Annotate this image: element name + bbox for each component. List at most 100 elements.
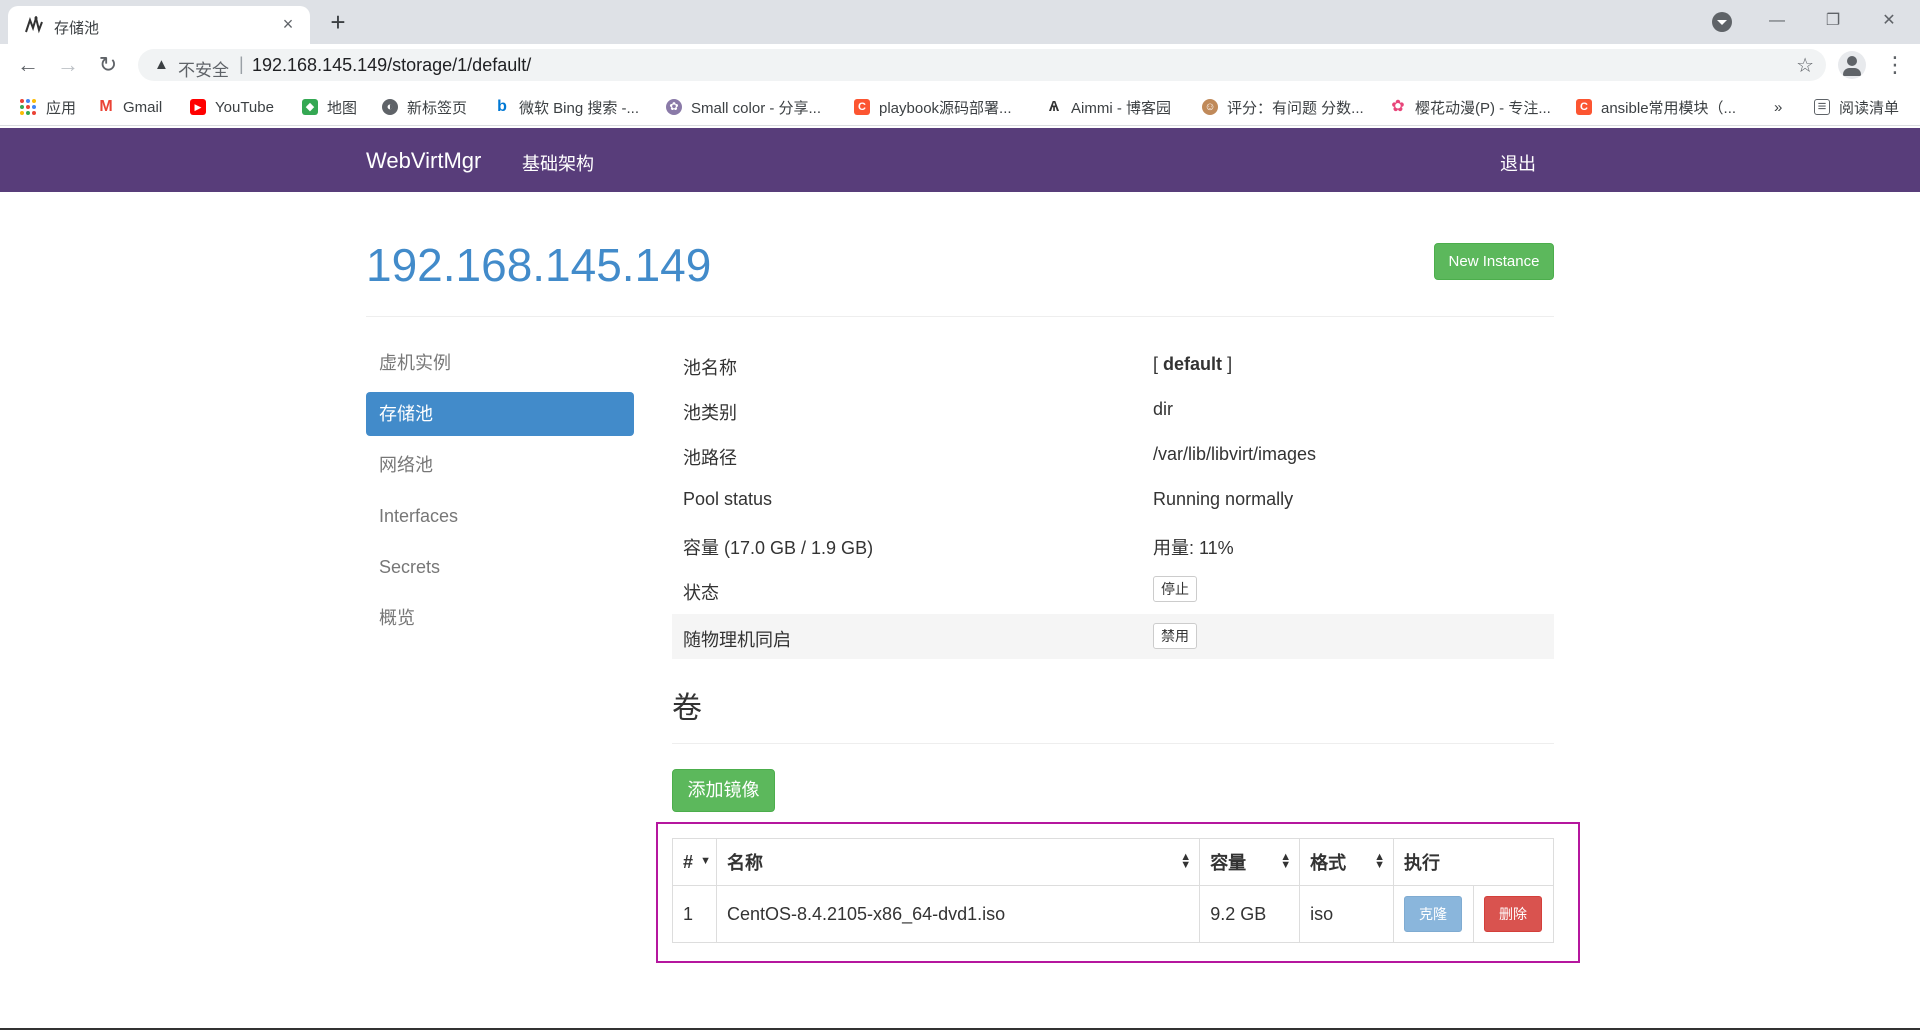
bookmark-sakura[interactable]: ✿ 樱花动漫(P) - 专注... <box>1390 96 1551 118</box>
profile-avatar-icon[interactable] <box>1838 51 1866 79</box>
sidebar-item-storage[interactable]: 存储池 <box>366 392 634 436</box>
reading-list-icon: ≡ <box>1814 99 1830 115</box>
sidebar-item-networks[interactable]: 网络池 <box>366 443 634 487</box>
disable-autostart-button[interactable]: 禁用 <box>1153 623 1197 649</box>
column-header-format[interactable]: 格式 ▲ ▼ <box>1299 838 1394 886</box>
bookmark-gmail[interactable]: M Gmail <box>98 96 162 118</box>
forward-icon[interactable]: → <box>54 51 82 79</box>
sort-icon: ▲ ▼ <box>1374 851 1385 871</box>
logout-link[interactable]: 退出 <box>1500 150 1536 176</box>
pool-path-value: /var/lib/libvirt/images <box>1153 444 1317 464</box>
restore-icon[interactable]: ❐ <box>1818 6 1848 36</box>
bookmark-label: 微软 Bing 搜索 -... <box>519 99 640 117</box>
sidebar-item-instances[interactable]: 虚机实例 <box>366 341 634 385</box>
delete-button[interactable]: 删除 <box>1483 896 1542 932</box>
page-title: 192.168.145.149 <box>366 239 712 291</box>
bookmark-label: 樱花动漫(P) - 专注... <box>1415 99 1551 117</box>
sidebar-item-interfaces[interactable]: Interfaces <box>366 494 634 538</box>
bookmarks-bar: 应用 M Gmail ▶ YouTube ◆ 地图 ◐ 新标签页 b 微软 Bi… <box>0 86 1920 126</box>
back-icon[interactable]: ← <box>14 51 42 79</box>
bookmark-label: YouTube <box>215 98 274 116</box>
column-header-index[interactable]: # ▼ <box>672 838 717 886</box>
clone-button[interactable]: 克隆 <box>1403 896 1462 932</box>
sidebar-item-secrets[interactable]: Secrets <box>366 545 634 589</box>
small-color-icon: ✿ <box>666 99 682 115</box>
maps-icon: ◆ <box>302 99 318 115</box>
bookmark-label: Gmail <box>123 98 163 116</box>
bookmark-label: Small color - 分享... <box>691 99 822 117</box>
bookmark-maps[interactable]: ◆ 地图 <box>302 96 357 118</box>
pool-type-row: 池类别 dir <box>672 387 1554 432</box>
column-header-name[interactable]: 名称 ▲ ▼ <box>715 838 1201 886</box>
tab-search-icon[interactable] <box>1712 12 1732 32</box>
pool-autostart-row: 随物理机同启 禁用 <box>672 614 1554 659</box>
pool-name-label: 池名称 <box>683 358 737 378</box>
bookmark-label: 评分：有问题 分数... <box>1227 99 1364 117</box>
bookmark-ansible[interactable]: C ansible常用模块（... <box>1576 96 1736 118</box>
pool-capacity-label: 容量 (17.0 GB / 1.9 GB) <box>683 538 874 558</box>
sakura-icon: ✿ <box>1390 98 1406 115</box>
browser-menu-icon[interactable]: ⋮ <box>1884 51 1906 79</box>
column-header-size[interactable]: 容量 ▲ ▼ <box>1199 838 1301 886</box>
gmail-icon: M <box>98 98 114 115</box>
bookmark-bing[interactable]: b 微软 Bing 搜索 -... <box>494 96 639 118</box>
reading-list-label: 阅读清单 <box>1839 99 1900 117</box>
cnblogs-icon: Ѧ <box>1046 99 1062 115</box>
bookmark-star-icon[interactable]: ☆ <box>1796 53 1814 78</box>
pool-state-label: 状态 <box>683 583 719 603</box>
pool-autostart-label: 随物理机同启 <box>683 630 791 650</box>
pool-path-row: 池路径 /var/lib/libvirt/images <box>672 432 1554 477</box>
bookmark-youtube[interactable]: ▶ YouTube <box>190 96 274 118</box>
youtube-icon: ▶ <box>190 99 206 115</box>
bookmark-apps[interactable]: 应用 <box>20 96 76 118</box>
volumes-heading: 卷 <box>672 692 702 725</box>
pool-name-row: 池名称 [ default ] <box>672 342 1554 387</box>
tab-close-icon[interactable]: × <box>276 12 300 36</box>
table-header-row: # ▼ 名称 ▲ ▼ 容量 ▲ ▼ 格式 ▲ ▼ 执行 <box>672 838 1555 886</box>
csdn-icon: C <box>1576 99 1592 115</box>
insecure-label[interactable]: 不安全 <box>178 56 229 81</box>
pool-status-value: Running normally <box>1153 489 1294 509</box>
reading-list[interactable]: ≡ 阅读清单 <box>1814 96 1899 118</box>
nav-infrastructure-link[interactable]: 基础架构 <box>522 150 594 176</box>
clone-cell: 克隆 <box>1392 885 1474 943</box>
new-tab-button[interactable]: + <box>324 8 352 36</box>
bookmarks-overflow-icon[interactable]: » <box>1774 96 1782 118</box>
bookmark-label: 新标签页 <box>407 99 468 117</box>
warning-icon[interactable]: ▲ <box>154 56 169 73</box>
new-instance-button[interactable]: New Instance <box>1434 243 1554 280</box>
browser-tab[interactable]: 存储池 × <box>8 6 310 44</box>
address-url[interactable]: 192.168.145.149/storage/1/default/ <box>252 55 531 76</box>
browser-tabstrip: 存储池 × + — ❐ ✕ <box>0 0 1920 44</box>
bookmark-new-tab[interactable]: ◐ 新标签页 <box>382 96 467 118</box>
browser-toolbar: ← → ↻ ▲ 不安全 | 192.168.145.149/storage/1/… <box>0 44 1920 86</box>
volumes-table: # ▼ 名称 ▲ ▼ 容量 ▲ ▼ 格式 ▲ ▼ 执行 1 CentOS-8.4.2105-x… <box>672 838 1555 943</box>
divider <box>366 316 1554 317</box>
brand-link[interactable]: WebVirtMgr <box>366 148 481 174</box>
globe-icon: ◐ <box>382 99 398 115</box>
sidebar-item-overview[interactable]: 概览 <box>366 596 634 640</box>
pool-type-label: 池类别 <box>683 403 737 423</box>
volume-index: 1 <box>672 885 717 943</box>
pool-path-label: 池路径 <box>683 448 737 468</box>
reload-icon[interactable]: ↻ <box>94 51 122 79</box>
address-bar[interactable]: ▲ 不安全 | 192.168.145.149/storage/1/defaul… <box>138 49 1826 81</box>
pool-status-label: Pool status <box>683 489 773 509</box>
minimize-icon[interactable]: — <box>1762 6 1792 36</box>
avatar-icon: ☺ <box>1202 99 1218 115</box>
window-close-icon[interactable]: ✕ <box>1874 6 1904 36</box>
volume-size: 9.2 GB <box>1199 885 1301 943</box>
volume-name: CentOS-8.4.2105-x86_64-dvd1.iso <box>715 885 1201 943</box>
bookmark-small-color[interactable]: ✿ Small color - 分享... <box>666 96 821 118</box>
pool-capacity-row: 容量 (17.0 GB / 1.9 GB) 用量: 11% <box>672 522 1554 567</box>
add-image-button[interactable]: 添加镜像 <box>672 769 775 812</box>
csdn-icon: C <box>854 99 870 115</box>
stop-pool-button[interactable]: 停止 <box>1153 576 1197 602</box>
sort-icon: ▲ ▼ <box>1180 851 1192 871</box>
bookmark-rating[interactable]: ☺ 评分：有问题 分数... <box>1202 96 1364 118</box>
bookmark-playbook[interactable]: C playbook源码部署... <box>854 96 1012 118</box>
bookmark-label: 应用 <box>46 99 77 117</box>
bookmark-aimmi[interactable]: Ѧ Aimmi - 博客园 <box>1046 96 1171 118</box>
delete-cell: 删除 <box>1472 885 1555 943</box>
bookmark-label: ansible常用模块（... <box>1601 99 1737 117</box>
